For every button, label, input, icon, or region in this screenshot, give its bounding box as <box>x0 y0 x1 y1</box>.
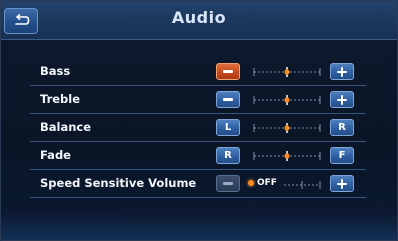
fade-front-button[interactable]: F <box>330 147 354 164</box>
speed-volume-status: OFF <box>248 178 277 188</box>
status-text: OFF <box>257 178 277 188</box>
title-bar: Audio <box>0 0 398 40</box>
treble-decrease-button[interactable] <box>216 91 240 108</box>
bass-level-marker <box>284 69 290 75</box>
balance-left-button[interactable]: L <box>216 119 240 136</box>
treble-increase-button[interactable] <box>330 91 354 108</box>
plus-icon <box>337 178 347 189</box>
speed-volume-increase-button[interactable] <box>330 175 354 192</box>
page-title: Audio <box>171 8 227 27</box>
treble-level-marker <box>284 97 290 103</box>
fade-level-marker <box>284 153 290 159</box>
setting-row-bass: Bass <box>30 58 366 86</box>
setting-label: Fade <box>40 148 71 162</box>
plus-icon <box>337 66 347 77</box>
balance-level-scale[interactable] <box>250 121 324 135</box>
status-dot-icon <box>248 180 254 186</box>
setting-label: Balance <box>40 120 92 134</box>
minus-icon <box>223 70 233 73</box>
setting-label: Speed Sensitive Volume <box>40 176 197 190</box>
plus-icon <box>337 94 347 105</box>
setting-label: Treble <box>40 92 81 106</box>
fade-rear-button[interactable]: R <box>216 147 240 164</box>
bass-level-scale[interactable] <box>250 65 324 79</box>
setting-row-fade: Fade R F <box>30 142 366 170</box>
settings-list: Bass Treble Balance L R Fade R F Speed S… <box>30 58 366 198</box>
minus-icon <box>223 98 233 101</box>
setting-label: Bass <box>40 64 71 78</box>
bass-increase-button[interactable] <box>330 63 354 80</box>
balance-level-marker <box>284 125 290 131</box>
setting-row-balance: Balance L R <box>30 114 366 142</box>
speed-volume-decrease-button[interactable] <box>216 175 240 192</box>
setting-row-treble: Treble <box>30 86 366 114</box>
audio-settings-screen: Audio Bass Treble Balance L R Fade R F S… <box>0 0 398 241</box>
treble-level-scale[interactable] <box>250 93 324 107</box>
bass-decrease-button[interactable] <box>216 63 240 80</box>
speed-volume-level-scale[interactable] <box>282 177 322 191</box>
setting-row-speed-sensitive-volume: Speed Sensitive Volume OFF <box>30 170 366 198</box>
bottom-band <box>0 215 398 241</box>
fade-level-scale[interactable] <box>250 149 324 163</box>
minus-icon <box>223 182 233 185</box>
balance-right-button[interactable]: R <box>330 119 354 136</box>
